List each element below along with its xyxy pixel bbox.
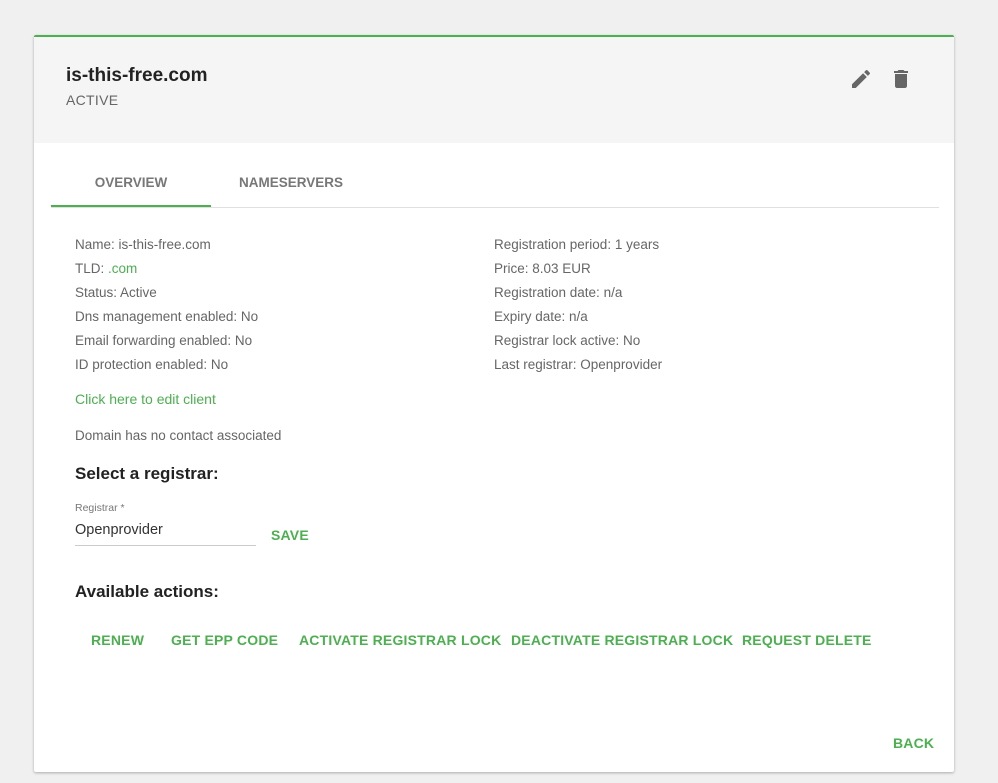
card-header: is-this-free.com ACTIVE: [34, 37, 954, 143]
detail-name: Name: is-this-free.com: [75, 237, 211, 252]
actions-section-title: Available actions:: [75, 582, 219, 601]
registrar-select[interactable]: Openprovider: [75, 519, 256, 546]
pencil-icon[interactable]: [849, 67, 873, 91]
domain-title: is-this-free.com: [66, 65, 208, 86]
renew-button[interactable]: RENEW: [91, 632, 144, 648]
get-epp-code-button[interactable]: GET EPP CODE: [171, 632, 278, 648]
detail-id-protection: ID protection enabled: No: [75, 357, 229, 372]
edit-client-link[interactable]: Click here to edit client: [75, 391, 216, 407]
detail-registrar-lock: Registrar lock active: No: [494, 333, 641, 348]
deactivate-registrar-lock-button[interactable]: DEACTIVATE REGISTRAR LOCK: [511, 632, 733, 648]
registrar-section-title: Select a registrar:: [75, 464, 219, 483]
detail-period: Registration period: 1 years: [494, 237, 660, 252]
detail-tld: TLD: .com: [75, 261, 138, 276]
detail-expiry-date: Expiry date: n/a: [494, 309, 588, 324]
tab-nameservers[interactable]: NAMESERVERS: [211, 163, 371, 207]
details-right: Registration period: 1 years Price: 8.03…: [494, 233, 662, 377]
tab-bar: OVERVIEW NAMESERVERS: [51, 163, 939, 208]
save-button[interactable]: SAVE: [271, 527, 309, 543]
detail-status: Status: Active: [75, 285, 157, 300]
back-button[interactable]: BACK: [893, 735, 934, 751]
domain-card: is-this-free.com ACTIVE OVERVIEW NAMESER…: [34, 35, 954, 772]
detail-registration-date: Registration date: n/a: [494, 285, 623, 300]
detail-email-forwarding: Email forwarding enabled: No: [75, 333, 253, 348]
details-left: Name: is-this-free.com TLD: .com Status:…: [75, 233, 258, 377]
detail-price: Price: 8.03 EUR: [494, 261, 591, 276]
detail-dns: Dns management enabled: No: [75, 309, 259, 324]
detail-last-registrar: Last registrar: Openprovider: [494, 357, 663, 372]
no-contact-text: Domain has no contact associated: [75, 428, 282, 443]
registrar-field-label: Registrar *: [75, 502, 125, 514]
trash-icon[interactable]: [889, 67, 913, 91]
tld-link[interactable]: .com: [108, 261, 137, 276]
request-delete-button[interactable]: REQUEST DELETE: [742, 632, 872, 648]
domain-status: ACTIVE: [66, 92, 119, 108]
tab-overview[interactable]: OVERVIEW: [51, 163, 211, 207]
activate-registrar-lock-button[interactable]: ACTIVATE REGISTRAR LOCK: [299, 632, 501, 648]
